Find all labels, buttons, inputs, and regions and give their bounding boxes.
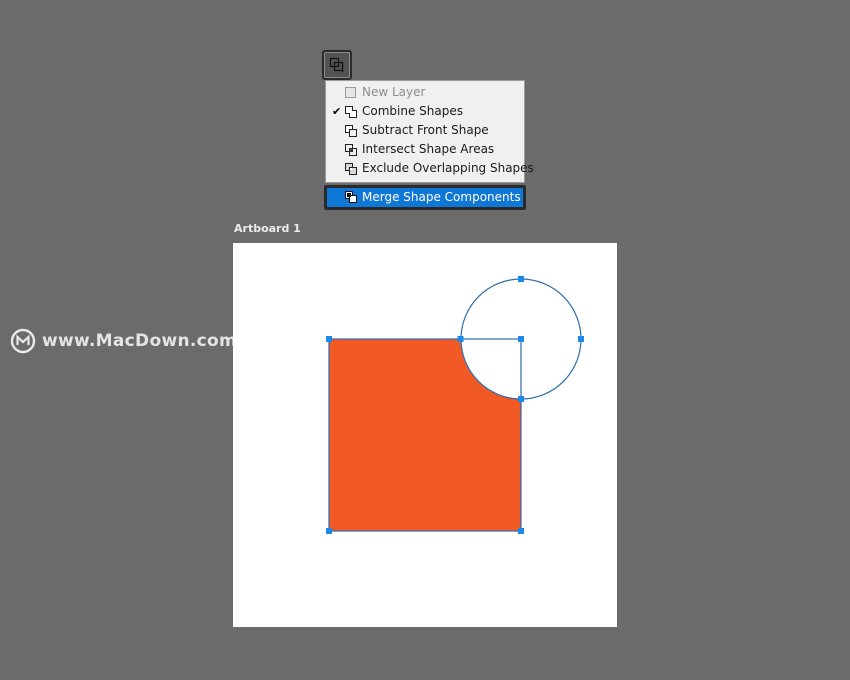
merge-shape-components-icon	[345, 191, 357, 203]
artboard-label: Artboard 1	[234, 222, 301, 235]
anchor-handle[interactable]	[518, 396, 524, 402]
menu-item-combine-shapes[interactable]: ✔ Combine Shapes	[326, 102, 524, 121]
anchor-handle[interactable]	[518, 528, 524, 534]
menu-item-label: Merge Shape Components	[362, 190, 521, 204]
menu-item-intersect-shape-areas[interactable]: Intersect Shape Areas	[326, 140, 524, 159]
menu-item-new-layer[interactable]: New Layer	[326, 83, 524, 102]
combine-shapes-icon	[345, 106, 357, 118]
menu-item-merge-shape-components[interactable]: Merge Shape Components	[324, 185, 526, 210]
path-operations-button[interactable]	[322, 50, 352, 80]
menu-item-label: Exclude Overlapping Shapes	[362, 161, 534, 175]
path-operations-menu: New Layer ✔ Combine Shapes Subtract Fron…	[325, 80, 534, 183]
path-operations-icon	[329, 57, 344, 73]
checkmark-icon: ✔	[332, 105, 342, 118]
anchor-handle[interactable]	[326, 336, 332, 342]
orange-shape[interactable]	[329, 339, 521, 531]
menu-item-label: Intersect Shape Areas	[362, 142, 495, 156]
menu-item-exclude-overlapping-shapes[interactable]: Exclude Overlapping Shapes	[326, 159, 534, 178]
menu-item-label: Combine Shapes	[362, 104, 463, 118]
anchor-handle[interactable]	[326, 528, 332, 534]
intersect-shape-areas-icon	[345, 144, 357, 156]
anchor-handle[interactable]	[578, 336, 584, 342]
watermark: www.MacDown.com	[10, 328, 237, 354]
artboard[interactable]	[233, 243, 617, 627]
exclude-overlapping-shapes-icon	[345, 163, 357, 175]
menu-item-subtract-front-shape[interactable]: Subtract Front Shape	[326, 121, 524, 140]
menu-item-label: New Layer	[362, 85, 426, 99]
artboard-canvas	[326, 276, 584, 534]
macdown-logo-icon	[10, 328, 36, 354]
anchor-handle[interactable]	[518, 276, 524, 282]
watermark-text: www.MacDown.com	[42, 331, 237, 351]
new-layer-icon	[345, 87, 356, 98]
subtract-front-shape-icon	[345, 125, 357, 137]
anchor-handle[interactable]	[518, 336, 524, 342]
anchor-handle[interactable]	[457, 336, 464, 342]
menu-item-label: Subtract Front Shape	[362, 123, 489, 137]
